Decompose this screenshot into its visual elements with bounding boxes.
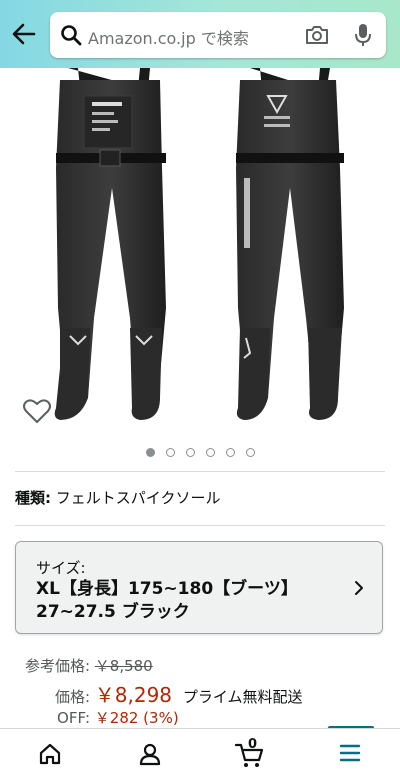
product-image-carousel[interactable] [0,68,400,440]
nav-menu[interactable] [300,729,400,783]
search-bar[interactable]: Amazon.co.jp で検索 [50,12,386,58]
search-icon [61,25,82,46]
carousel-dot[interactable] [165,448,175,457]
size-label: サイズ: [36,559,86,577]
size-selector-button[interactable]: サイズ: XL【身長】175~180【ブーツ】27~27.5 ブラック [15,541,383,634]
carousel-dot[interactable] [185,448,195,457]
carousel-dots [0,448,400,460]
search-input[interactable]: Amazon.co.jp で検索 [88,25,249,49]
list-price-label: 参考価格: [24,657,90,675]
discount-row: OFF: ￥282 (3%) [15,707,179,728]
prime-shipping-text: プライム無料配送 [182,688,303,706]
user-icon [139,743,161,766]
camera-icon[interactable] [304,23,330,47]
back-arrow-icon[interactable] [10,20,38,48]
price-row: 価格: ￥8,298 プライム無料配送 [15,679,303,708]
nav-cart[interactable]: 0 [200,729,300,783]
list-price-row: 参考価格: ￥8,580 [15,655,153,676]
top-header: Amazon.co.jp で検索 [0,0,400,68]
wishlist-heart-icon[interactable] [22,397,52,425]
home-icon [39,743,61,765]
price-label: 価格: [54,688,90,706]
size-value: XL【身長】175~180【ブーツ】27~27.5 ブラック [36,579,298,622]
price-value: ￥8,298 [94,683,173,707]
chevron-right-icon [355,581,363,595]
carousel-dot[interactable] [145,448,155,457]
cart-icon [234,743,264,767]
list-price-value: ￥8,580 [94,657,153,675]
divider [15,525,385,526]
discount-label: OFF: [57,709,90,727]
product-image [54,68,344,420]
variation-value: フェルトスパイクソール [55,489,221,507]
divider [15,471,385,472]
variation-row: 種類: フェルトスパイクソール [15,487,220,508]
discount-value: ￥282 (3%) [94,709,179,727]
bottom-navigation: 0 [0,728,400,783]
nav-home[interactable] [0,729,100,783]
variation-label: 種類: [15,489,51,507]
microphone-icon[interactable] [353,22,373,48]
carousel-dot[interactable] [245,448,255,457]
carousel-dot[interactable] [225,448,235,457]
carousel-dot[interactable] [205,448,215,457]
hamburger-menu-icon [339,744,361,762]
nav-account[interactable] [100,729,200,783]
